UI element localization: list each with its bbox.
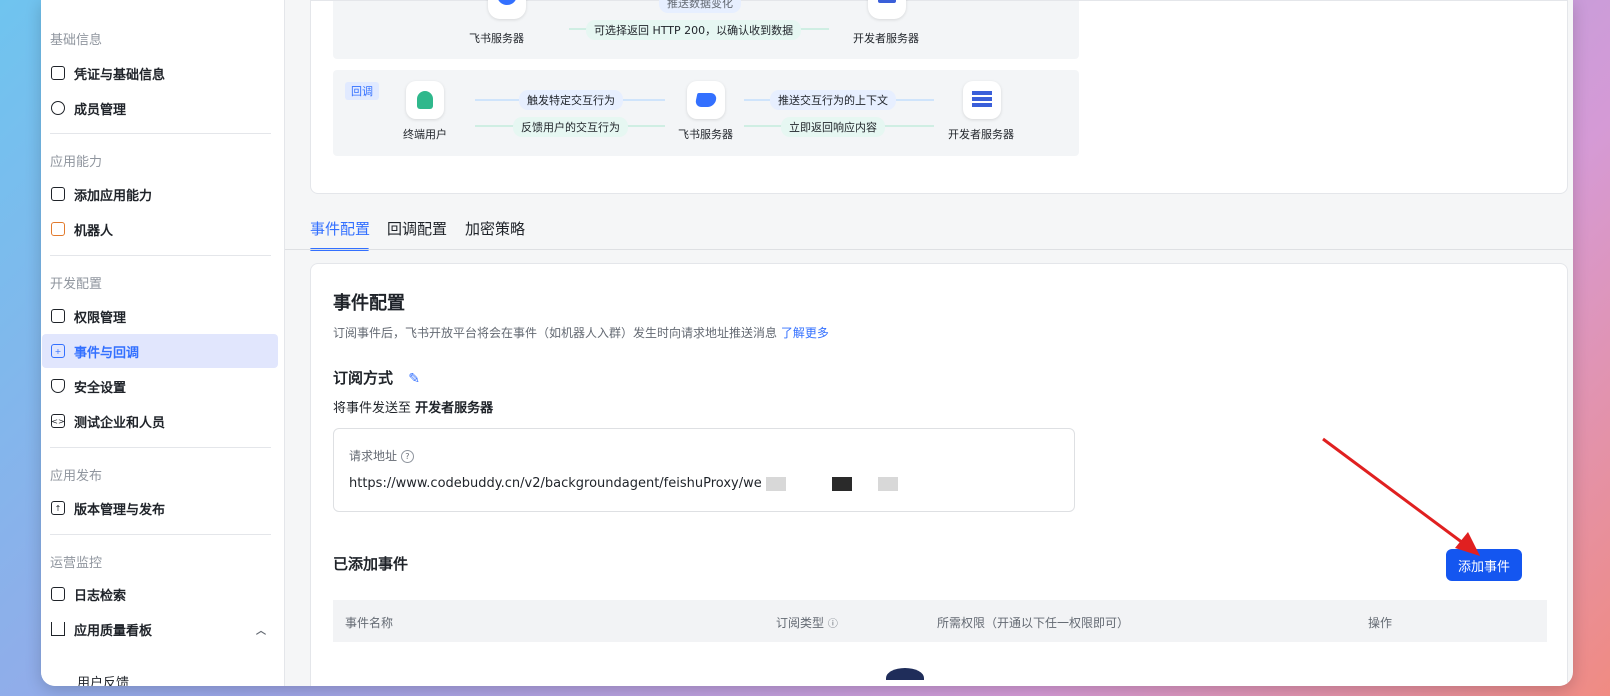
annotation-arrow <box>1322 437 1480 556</box>
